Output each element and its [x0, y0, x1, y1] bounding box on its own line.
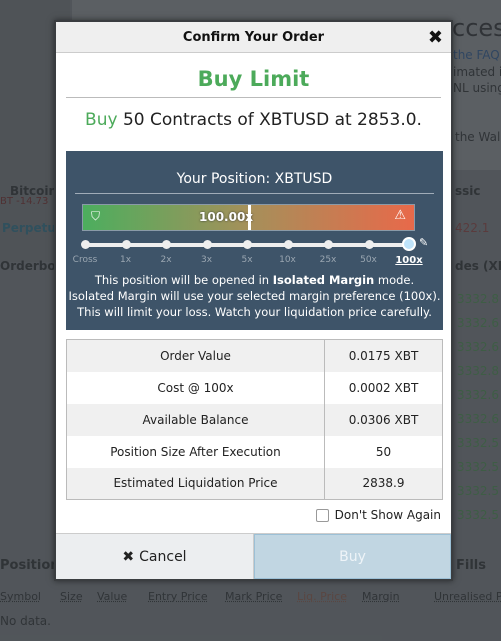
table-row: Position Size After Execution 50 — [66, 435, 443, 468]
tick-label[interactable]: Cross — [73, 255, 98, 265]
msg-text: This will limit your loss. Watch your li… — [77, 305, 432, 319]
buy-label: Buy — [339, 548, 366, 565]
table-row: Cost @ 100x 0.0002 XBT — [66, 371, 443, 404]
slider-stop[interactable] — [283, 240, 293, 249]
tick-label[interactable]: 50x — [360, 255, 377, 265]
msg-text: mode. — [374, 273, 415, 287]
summary-text: 50 Contracts of XBTUSD at 2853.0. — [122, 110, 422, 130]
row-label: Available Balance — [66, 403, 325, 436]
buy-button[interactable]: Buy — [254, 534, 451, 579]
leverage-value: 100.00x — [199, 210, 254, 224]
leverage-slider[interactable] — [81, 237, 416, 251]
tick-label[interactable]: 25x — [320, 255, 337, 265]
edit-icon[interactable]: ✎ — [419, 236, 428, 249]
leverage-ticks: Cross 1x 2x 3x 5x 10x 25x 50x 100x — [73, 255, 423, 267]
row-label: Order Value — [66, 339, 325, 372]
leverage-bar: ⛉ 100.00x ⚠ — [82, 204, 415, 231]
row-label: Cost @ 100x — [66, 371, 325, 404]
row-value: 0.0002 XBT — [348, 380, 419, 395]
shield-icon: ⛉ — [91, 209, 101, 223]
row-value: 50 — [375, 444, 392, 459]
position-panel: Your Position: XBTUSD ⛉ 100.00x ⚠ ✎ Cros… — [66, 151, 443, 330]
divider — [75, 193, 434, 194]
side-label: Buy — [85, 110, 118, 130]
msg-text: Isolated Margin will use your selected m… — [68, 289, 441, 303]
margin-message: This position will be opened in Isolated… — [66, 272, 443, 320]
close-icon: ✖ — [122, 548, 135, 565]
tick-label[interactable]: 2x — [160, 255, 171, 265]
slider-stop[interactable] — [121, 240, 131, 249]
dialog-header: Confirm Your Order ✖ — [56, 22, 451, 53]
msg-text: This position will be opened in — [94, 273, 273, 287]
tick-label[interactable]: 5x — [241, 255, 252, 265]
checkbox-label: Don't Show Again — [334, 508, 441, 522]
msg-bold: Isolated Margin — [272, 273, 375, 287]
tick-label[interactable]: 100x — [395, 255, 422, 266]
slider-handle[interactable] — [402, 237, 416, 251]
position-title: Your Position: XBTUSD — [176, 171, 333, 187]
tick-label[interactable]: 3x — [201, 255, 212, 265]
confirm-order-dialog: Confirm Your Order ✖ Buy Limit Buy 50 Co… — [54, 20, 453, 581]
warning-icon: ⚠ — [394, 208, 406, 223]
divider — [66, 97, 441, 98]
order-details-table: Order Value 0.0175 XBT Cost @ 100x 0.0002 X… — [66, 339, 443, 500]
table-row: Estimated Liquidation Price 2838.9 — [66, 467, 443, 500]
slider-stop[interactable] — [202, 240, 212, 249]
table-row: Order Value 0.0175 XBT — [66, 339, 443, 372]
tick-label[interactable]: 10x — [279, 255, 296, 265]
cancel-button[interactable]: ✖ Cancel — [56, 534, 254, 579]
order-summary: Buy 50 Contracts of XBTUSD at 2853.0. — [56, 110, 451, 130]
leverage-marker — [247, 205, 251, 230]
row-value: 0.0306 XBT — [324, 403, 443, 436]
slider-stop[interactable] — [324, 240, 333, 249]
slider-stop[interactable] — [243, 240, 252, 249]
slider-stop[interactable] — [162, 240, 171, 249]
row-label: Position Size After Execution — [66, 435, 325, 468]
order-type-title: Buy Limit — [197, 67, 310, 91]
table-row: Available Balance 0.0306 XBT — [66, 403, 443, 436]
checkbox[interactable] — [315, 508, 329, 522]
slider-stop[interactable] — [81, 240, 90, 249]
row-value: 2838.9 — [324, 467, 443, 500]
row-label: Estimated Liquidation Price — [66, 467, 325, 500]
dialog-title: Confirm Your Order — [182, 30, 325, 45]
tick-label[interactable]: 1x — [120, 255, 131, 265]
cancel-label: Cancel — [139, 548, 187, 565]
row-value: 0.0175 XBT — [324, 339, 443, 372]
dont-show-again-checkbox[interactable]: Don't Show Again — [315, 508, 441, 522]
slider-stop[interactable] — [364, 240, 374, 249]
close-icon[interactable]: ✖ — [428, 22, 443, 53]
